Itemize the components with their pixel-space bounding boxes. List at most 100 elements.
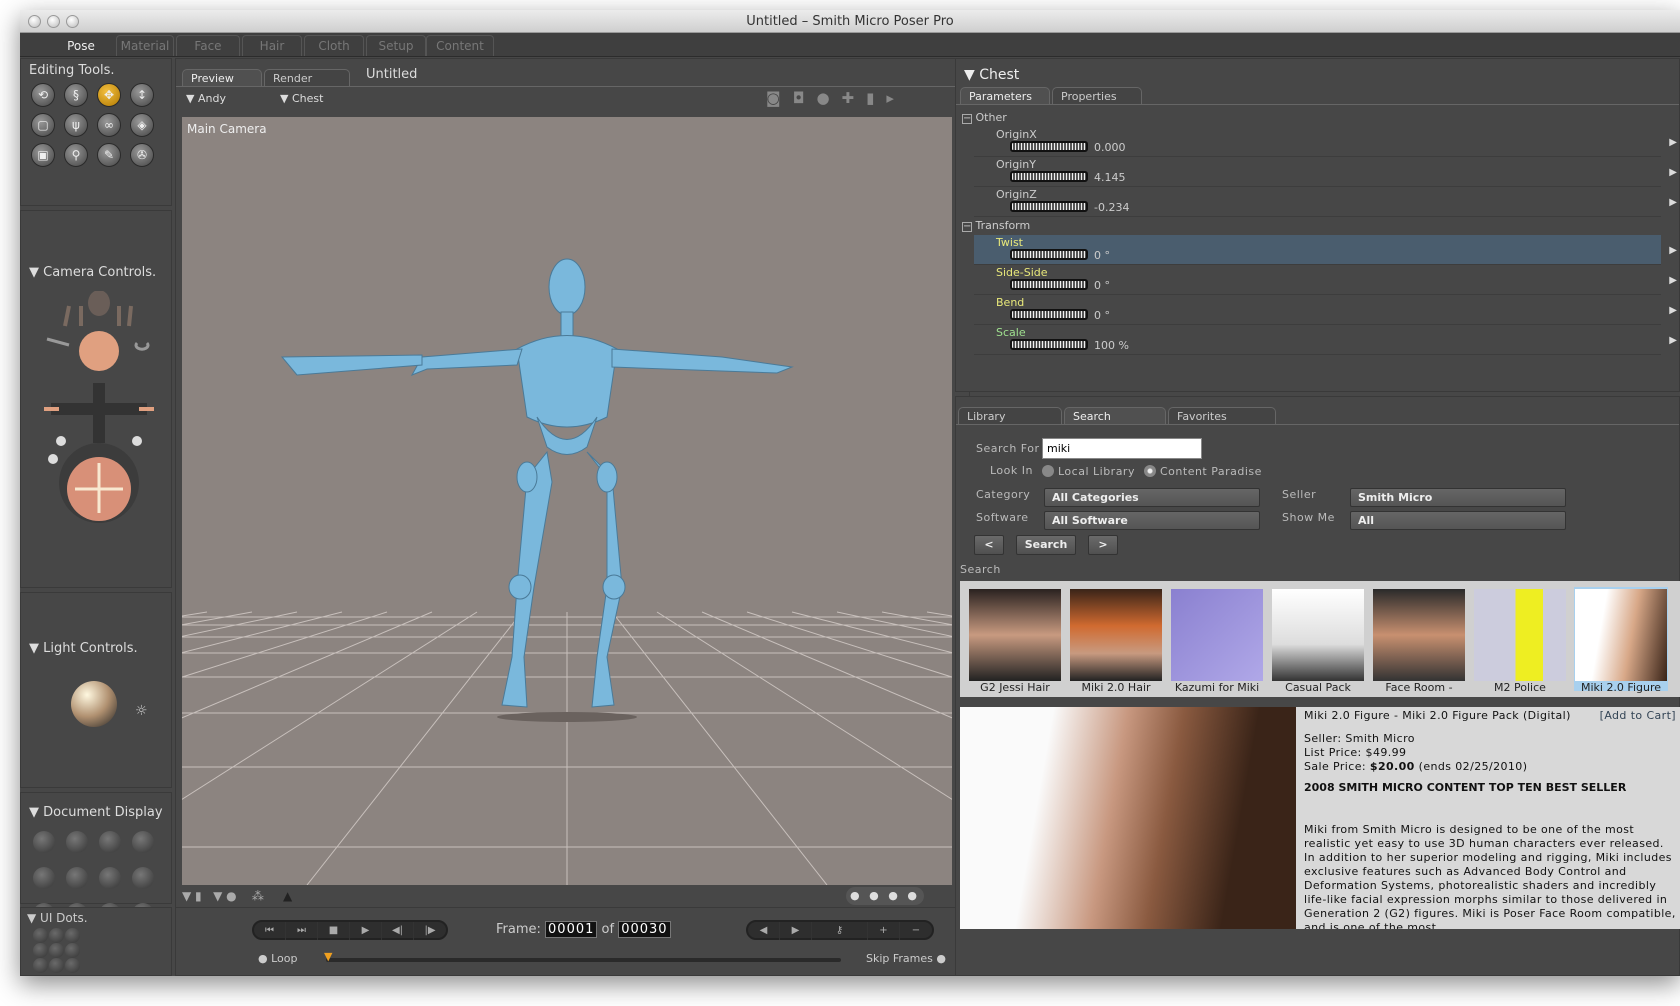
ui-dot[interactable] xyxy=(33,958,48,973)
param-dial[interactable] xyxy=(1010,249,1088,260)
prev-frame-button[interactable]: ◀| xyxy=(382,922,414,940)
param-dial[interactable] xyxy=(1010,201,1088,212)
tracking-icon[interactable]: ⁂ xyxy=(252,889,264,903)
room-tab-setup[interactable]: Setup xyxy=(366,35,426,56)
next-key-button[interactable]: ▶ xyxy=(780,922,812,940)
first-frame-button[interactable]: ⏮ xyxy=(254,922,286,940)
tab-parameters[interactable]: Parameters xyxy=(960,87,1050,104)
param-dial[interactable] xyxy=(1010,171,1088,182)
param-menu-arrow-icon[interactable]: ▶ xyxy=(1669,335,1677,346)
tab-render[interactable]: Render xyxy=(264,69,350,86)
add-to-cart-link[interactable]: [Add to Cart] xyxy=(1600,709,1676,723)
param-row[interactable]: Side-Side 0 ° xyxy=(974,265,1661,295)
more-arrow-icon[interactable]: ▸ xyxy=(886,89,906,107)
collapse-icon[interactable]: − xyxy=(962,114,972,124)
prev-page-button[interactable]: < xyxy=(974,535,1004,555)
param-dial[interactable] xyxy=(1010,339,1088,350)
param-row[interactable]: Scale 100 % xyxy=(974,325,1661,355)
result-item[interactable]: M2 Police xyxy=(1473,587,1567,694)
category-select[interactable]: All Categories xyxy=(1044,488,1260,507)
taper-icon[interactable]: ψ xyxy=(64,113,88,137)
param-value[interactable]: 0.000 xyxy=(1094,141,1126,154)
param-group-other[interactable]: − Other xyxy=(962,111,1007,124)
actor-menu[interactable]: ▼ Chest xyxy=(280,92,323,105)
tab-preview[interactable]: Preview xyxy=(182,69,262,86)
display-style-dot[interactable] xyxy=(66,867,88,889)
tab-properties[interactable]: Properties xyxy=(1052,87,1142,104)
figure-menu[interactable]: ▼ Andy xyxy=(186,92,226,105)
ui-dot[interactable] xyxy=(65,943,80,958)
param-row[interactable]: OriginZ -0.234 xyxy=(974,187,1661,217)
timeline-slider[interactable] xyxy=(326,958,841,962)
camera-controls-widget[interactable] xyxy=(39,291,159,541)
result-item[interactable]: Miki 2.0 Hair xyxy=(1069,587,1163,694)
ui-dot[interactable] xyxy=(49,943,64,958)
current-frame-field[interactable]: 00001 xyxy=(545,921,598,938)
grouping-icon[interactable]: ▣ xyxy=(31,143,55,167)
param-row[interactable]: OriginY 4.145 xyxy=(974,157,1661,187)
3d-viewport[interactable]: Main Camera xyxy=(182,117,952,885)
translate-icon[interactable]: ✥ xyxy=(97,83,121,107)
result-item[interactable]: Casual Pack xyxy=(1271,587,1365,694)
loop-toggle[interactable]: ● Loop xyxy=(258,952,298,965)
param-dial[interactable] xyxy=(1010,279,1088,290)
display-style-menu[interactable]: ▼ ▮ xyxy=(182,889,202,903)
param-value[interactable]: -0.234 xyxy=(1094,201,1129,214)
ui-dot[interactable] xyxy=(49,958,64,973)
ui-dot[interactable] xyxy=(49,928,64,943)
bg-color-dots[interactable]: ● ● ● ● xyxy=(846,887,924,905)
ui-dots-title[interactable]: ▼ UI Dots. xyxy=(27,911,88,925)
search-button[interactable]: Search xyxy=(1016,535,1076,555)
param-value[interactable]: 0 ° xyxy=(1094,309,1110,322)
collapse-icon[interactable]: − xyxy=(962,222,972,232)
software-select[interactable]: All Software xyxy=(1044,511,1260,530)
param-dial[interactable] xyxy=(1010,309,1088,320)
display-style-dot[interactable] xyxy=(33,831,55,853)
param-value[interactable]: 0 ° xyxy=(1094,249,1110,262)
camera-box-icon[interactable]: ◘ xyxy=(793,89,817,107)
room-tab-cloth[interactable]: Cloth xyxy=(304,35,364,56)
ui-dot[interactable] xyxy=(65,928,80,943)
tab-search[interactable]: Search xyxy=(1064,407,1166,424)
radio-local-library[interactable]: Local Library xyxy=(1042,465,1135,478)
move-xy-icon[interactable]: ✚ xyxy=(842,89,867,107)
display-style-dot[interactable] xyxy=(132,867,154,889)
timeline-playhead[interactable]: ▼ xyxy=(324,950,332,963)
param-menu-arrow-icon[interactable]: ▶ xyxy=(1669,305,1677,316)
next-page-button[interactable]: > xyxy=(1088,535,1118,555)
color-icon[interactable]: ◈ xyxy=(130,113,154,137)
prev-key-button[interactable]: ◀ xyxy=(748,922,780,940)
param-menu-arrow-icon[interactable]: ▶ xyxy=(1669,167,1677,178)
param-row[interactable]: OriginX 0.000 xyxy=(974,127,1661,157)
display-style-dot[interactable] xyxy=(132,831,154,853)
tab-favorites[interactable]: Favorites xyxy=(1168,407,1276,424)
direct-manipulation-icon[interactable]: ✇ xyxy=(130,143,154,167)
close-button[interactable] xyxy=(28,15,41,28)
twist-icon[interactable]: § xyxy=(64,83,88,107)
param-value[interactable]: 4.145 xyxy=(1094,171,1126,184)
bell-icon[interactable]: ▲ xyxy=(283,889,292,903)
zoom-button[interactable] xyxy=(66,15,79,28)
view-magnifier-icon[interactable]: ⚲ xyxy=(64,143,88,167)
param-menu-arrow-icon[interactable]: ▶ xyxy=(1669,137,1677,148)
room-tab-face[interactable]: Face xyxy=(176,35,240,56)
stop-button[interactable]: ■ xyxy=(318,922,350,940)
chain-break-icon[interactable]: ∞ xyxy=(97,113,121,137)
param-menu-arrow-icon[interactable]: ▶ xyxy=(1669,197,1677,208)
tab-library[interactable]: Library xyxy=(958,407,1062,424)
show-me-select[interactable]: All xyxy=(1350,511,1566,530)
move-z-icon[interactable]: ▮ xyxy=(866,89,886,107)
param-dial[interactable] xyxy=(1010,141,1088,152)
result-item[interactable]: Miki 2.0 Figure xyxy=(1574,587,1668,694)
ground-shadow-menu[interactable]: ▼ ● xyxy=(213,889,237,903)
param-menu-arrow-icon[interactable]: ▶ xyxy=(1669,245,1677,256)
param-row[interactable]: Bend 0 ° xyxy=(974,295,1661,325)
morphing-tool-icon[interactable]: ✎ xyxy=(97,143,121,167)
result-item[interactable]: Face Room - xyxy=(1372,587,1466,694)
param-group-transform[interactable]: − Transform xyxy=(962,219,1030,232)
radio-content-paradise[interactable]: Content Paradise xyxy=(1144,465,1262,478)
scale-icon[interactable]: ▢ xyxy=(31,113,55,137)
seller-select[interactable]: Smith Micro xyxy=(1350,488,1566,507)
result-item[interactable]: Kazumi for Miki xyxy=(1170,587,1264,694)
keyframes-key-icon[interactable]: ⚷ xyxy=(812,922,868,940)
